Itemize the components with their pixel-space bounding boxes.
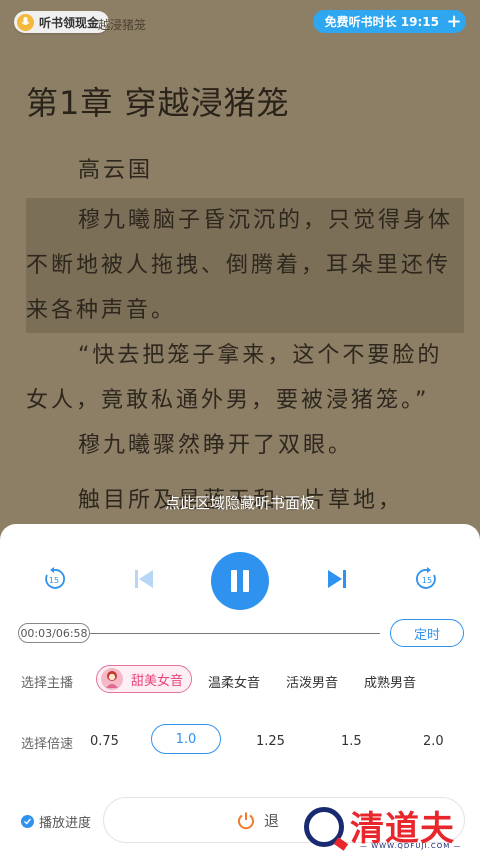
skip-previous-icon — [135, 570, 153, 588]
rewind-label: 15 — [49, 576, 59, 585]
hide-panel-hint[interactable]: 点此区域隐藏听书面板 — [0, 492, 480, 513]
timer-button[interactable]: 定时 — [390, 619, 464, 647]
voice-option[interactable]: 温柔女音 — [208, 672, 260, 691]
free-listen-time-button[interactable]: 免费听书时长 19:15 + — [312, 10, 466, 33]
speed-option[interactable]: 1.5 — [341, 734, 362, 749]
previous-chapter-button[interactable] — [132, 567, 156, 591]
watermark-url: — WWW.QDFUJI.COM — — [360, 842, 462, 850]
sync-progress-label: 播放进度 — [39, 816, 92, 831]
speed-option[interactable]: 0.75 — [90, 734, 119, 749]
skip-next-icon — [328, 570, 346, 588]
speed-option[interactable]: 1.25 — [256, 734, 285, 749]
progress-track[interactable] — [90, 633, 380, 634]
voice-option[interactable]: 成熟男音 — [364, 672, 416, 691]
chapter-title: 第1章 穿越浸猪笼 — [26, 84, 290, 122]
sync-progress-checkbox[interactable]: 播放进度 — [21, 812, 91, 831]
voice-option-label: 甜美女音 — [131, 673, 184, 689]
progress-row: 00:03/06:58 定时 — [0, 619, 480, 649]
forward-15-button[interactable]: 15 — [414, 566, 440, 592]
forward-label: 15 — [422, 576, 432, 585]
next-chapter-button[interactable] — [325, 567, 349, 591]
pause-icon — [231, 570, 237, 592]
checkmark-icon — [21, 815, 34, 828]
female-avatar-icon — [101, 668, 123, 690]
exit-button-content: 退 — [236, 810, 279, 831]
progress-thumb-time[interactable]: 00:03/06:58 — [18, 623, 90, 643]
paragraph-highlighted: 穆九曦脑子昏沉沉的，只觉得身体不断地被人拖拽、倒腾着，耳朵里还传来各种声音。 — [26, 198, 464, 333]
free-listen-label: 免费听书时长 19:15 — [324, 15, 439, 29]
forward-icon: 15 — [416, 567, 436, 589]
chapter-hint: 越浸猪笼 — [98, 18, 147, 32]
rewind-15-button[interactable]: 15 — [41, 566, 67, 592]
plus-icon[interactable]: + — [445, 12, 463, 31]
voice-option-selected[interactable]: 甜美女音 — [96, 665, 192, 693]
mic-icon — [17, 13, 34, 31]
pause-icon-bar — [243, 570, 249, 592]
listen-earn-button[interactable]: 听书领现金 — [14, 11, 110, 33]
watermark-logo: 清道夫 — WWW.QDFUJI.COM — — [300, 803, 470, 850]
q-logo-icon — [304, 807, 344, 847]
speed-select-label: 选择倍速 — [21, 737, 74, 752]
rewind-icon: 15 — [45, 567, 65, 589]
paragraph: 高云国 — [78, 158, 154, 183]
exit-label: 退 — [264, 812, 280, 830]
speed-option-selected[interactable]: 1.0 — [151, 724, 221, 754]
paragraph: 穆九曦骤然睁开了双眼。 — [78, 433, 354, 458]
pause-button[interactable] — [211, 552, 269, 610]
speed-option[interactable]: 2.0 — [423, 734, 444, 749]
power-icon — [238, 812, 254, 829]
paragraph: “快去把笼子拿来，这个不要脸的女人，竟敢私通外男，要被浸猪笼。” — [26, 343, 443, 413]
voice-option[interactable]: 活泼男音 — [286, 672, 338, 691]
listen-earn-label: 听书领现金 — [39, 15, 100, 30]
voice-select-label: 选择主播 — [21, 676, 74, 691]
playback-controls: 15 15 — [0, 552, 480, 610]
reader-page[interactable]: 听书领现金 越浸猪笼 免费听书时长 19:15 + 第1章 穿越浸猪笼 高云国 … — [0, 0, 480, 540]
